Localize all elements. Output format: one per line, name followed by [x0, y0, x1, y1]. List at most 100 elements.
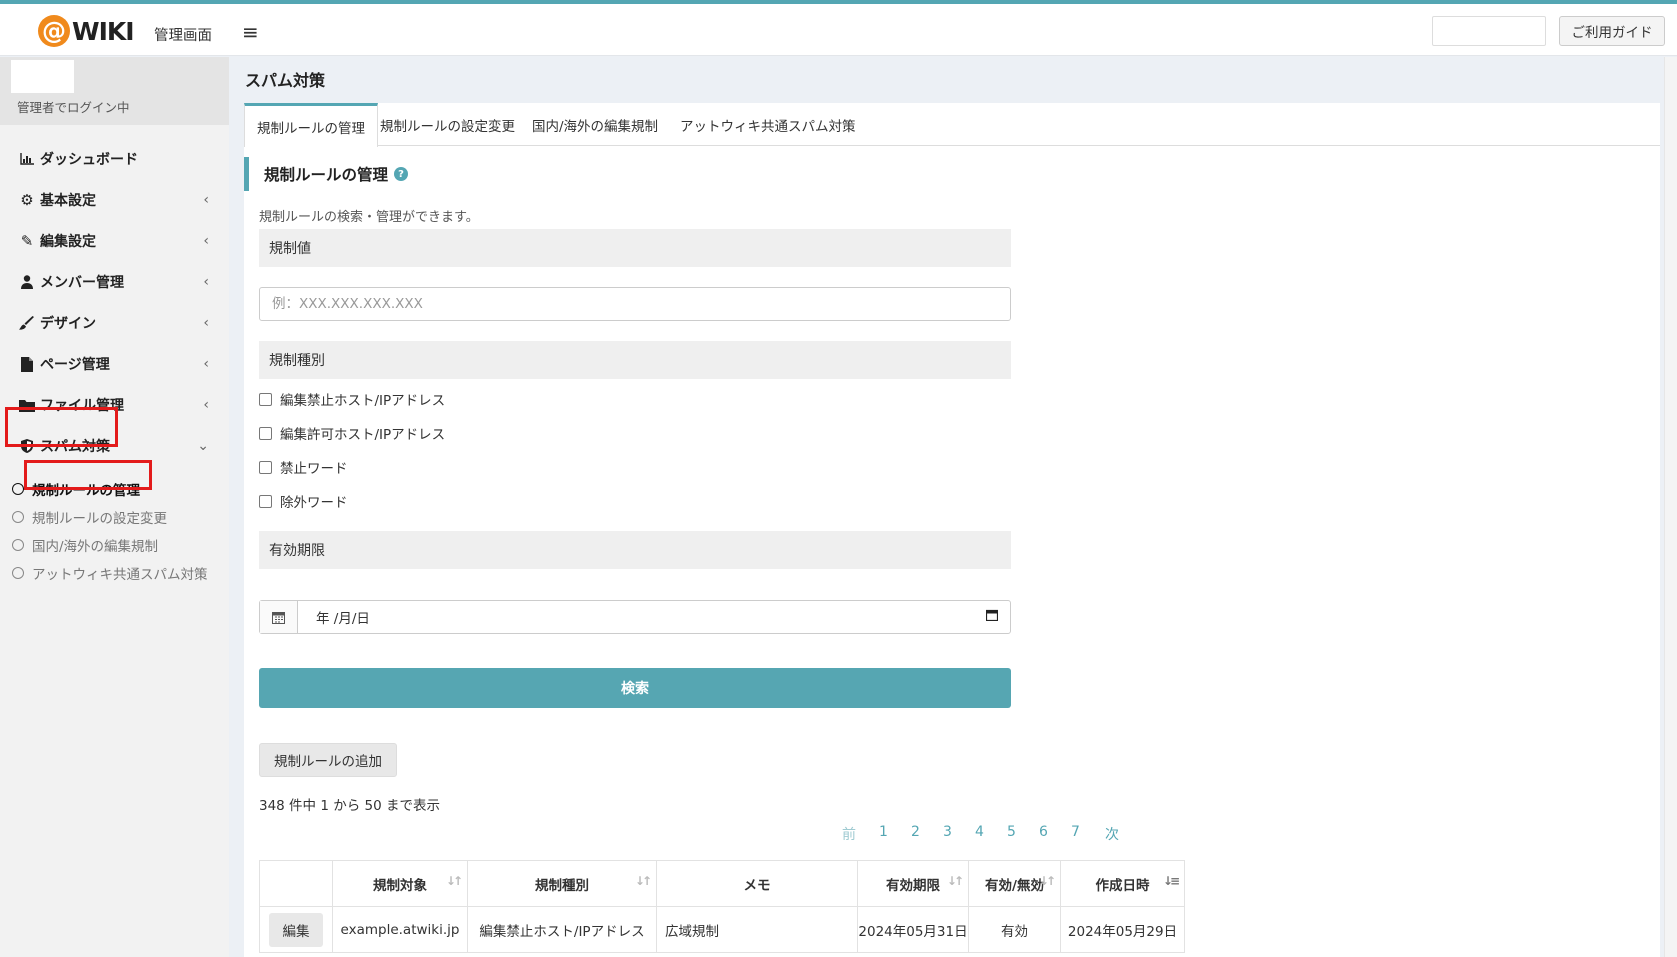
file-icon: [16, 356, 38, 372]
gear-icon: ⚙: [20, 191, 34, 209]
checkbox-label: 除外ワード: [280, 495, 348, 511]
page-scrollbar[interactable]: [1664, 57, 1677, 957]
hamburger-menu-icon[interactable]: ≡: [242, 20, 259, 44]
pagination-page[interactable]: 4: [975, 824, 984, 840]
help-icon[interactable]: ?: [394, 167, 409, 181]
sidebar-item-design[interactable]: デザイン ‹: [0, 301, 229, 345]
checkbox-label: 禁止ワード: [280, 461, 348, 477]
sort-desc-icon: ↓≡: [1162, 874, 1180, 888]
pagination-page[interactable]: 5: [1007, 824, 1016, 840]
pagination-page[interactable]: 6: [1039, 824, 1048, 840]
header-search-input[interactable]: [1432, 16, 1546, 46]
checkbox[interactable]: [259, 460, 272, 474]
sidebar-item-label: メンバー管理: [40, 275, 124, 291]
sort-icon: ↓↑: [946, 874, 964, 888]
chevron-left-icon: ‹: [203, 192, 209, 208]
header-title: 管理画面: [154, 28, 212, 44]
chevron-left-icon: ‹: [203, 397, 209, 413]
col-header-edit: [259, 860, 333, 907]
pencil-icon: ✎: [20, 232, 34, 250]
sidebar-item-page-management[interactable]: ページ管理 ‹: [0, 342, 229, 386]
tab-domestic-overseas[interactable]: 国内/海外の編集規制: [532, 103, 658, 146]
submenu-item-rule-settings[interactable]: 規制ルールの設定変更: [12, 505, 167, 529]
sidebar-item-member-management[interactable]: メンバー管理 ‹: [0, 260, 229, 304]
checkbox[interactable]: [259, 494, 272, 508]
sidebar-item-label: ページ管理: [40, 357, 110, 373]
cell-expiry: 2024年05月31日: [857, 906, 969, 953]
atwiki-logo[interactable]: @ WIKI: [38, 15, 135, 47]
calendar-icon: [260, 601, 298, 633]
submenu-item-domestic-overseas[interactable]: 国内/海外の編集規制: [12, 533, 158, 557]
restriction-value-label: 規制値: [259, 229, 1011, 267]
result-count-text: 348 件中 1 から 50 まで表示: [259, 798, 440, 814]
add-rule-button[interactable]: 規制ルールの追加: [259, 743, 397, 777]
paintbrush-icon: [16, 316, 38, 330]
col-header-label: 有効期限: [886, 877, 940, 894]
user-icon: [16, 275, 38, 289]
checkbox-blocked-host[interactable]: 編集禁止ホスト/IPアドレス: [259, 388, 445, 410]
section-header: 規制ルールの管理 ?: [244, 157, 544, 191]
circle-icon: [12, 539, 24, 551]
date-placeholder: 年 /月/日: [316, 611, 370, 627]
checkbox[interactable]: [259, 392, 272, 406]
cell-edit: 編集: [259, 906, 333, 953]
cell-target: example.atwiki.jp: [332, 906, 468, 953]
avatar: [11, 60, 74, 93]
pagination-prev[interactable]: 前: [842, 824, 856, 844]
checkbox-allowed-host[interactable]: 編集許可ホスト/IPアドレス: [259, 422, 445, 444]
col-header-expiry[interactable]: 有効期限 ↓↑: [857, 860, 969, 907]
pagination-page[interactable]: 2: [911, 824, 920, 840]
search-button[interactable]: 検索: [259, 668, 1011, 708]
expiry-date-input[interactable]: 年 /月/日: [259, 600, 1011, 634]
date-picker-icon[interactable]: [985, 609, 999, 625]
cell-status: 有効: [968, 906, 1061, 953]
checkbox-excluded-word[interactable]: 除外ワード: [259, 490, 348, 512]
bar-chart-icon: [16, 153, 38, 165]
col-header-created[interactable]: 作成日時 ↓≡: [1060, 860, 1185, 907]
col-header-target[interactable]: 規制対象 ↓↑: [332, 860, 468, 907]
user-panel: 管理者でログイン中: [0, 57, 229, 125]
main-content: 規制ルールの管理 規制ルールの設定変更 国内/海外の編集規制 アットウィキ共通ス…: [244, 103, 1660, 957]
expiry-label: 有効期限: [259, 531, 1011, 569]
chevron-left-icon: ‹: [203, 315, 209, 331]
sidebar-item-label: 編集設定: [40, 234, 96, 250]
chevron-left-icon: ‹: [203, 356, 209, 372]
pagination-page[interactable]: 3: [943, 824, 952, 840]
sidebar: 管理者でログイン中 ダッシュボード ⚙ 基本設定 ‹ ✎ 編集設定 ‹ メンバー…: [0, 57, 229, 957]
table-header-row: 規制対象 ↓↑ 規制種別 ↓↑ メモ 有効期限 ↓↑ 有効/無効 ↓↑ 作成日時 ↓≡: [259, 860, 1185, 907]
sidebar-item-edit-settings[interactable]: ✎ 編集設定 ‹: [0, 219, 229, 263]
sidebar-item-label: デザイン: [40, 316, 96, 332]
highlight-box-spam: [5, 407, 118, 447]
col-header-label: 作成日時: [1095, 877, 1150, 894]
col-header-label: 有効/無効: [985, 877, 1044, 894]
spam-submenu: 規制ルールの管理 規制ルールの設定変更 国内/海外の編集規制 アットウィキ共通ス…: [0, 480, 229, 620]
submenu-item-label: 規制ルールの設定変更: [32, 511, 167, 527]
pagination-page[interactable]: 1: [879, 824, 888, 840]
col-header-status[interactable]: 有効/無効 ↓↑: [968, 860, 1061, 907]
sidebar-item-dashboard[interactable]: ダッシュボード: [0, 137, 229, 181]
submenu-item-common-spam[interactable]: アットウィキ共通スパム対策: [12, 561, 208, 585]
user-guide-button[interactable]: ご利用ガイド: [1559, 16, 1665, 46]
pagination-next[interactable]: 次: [1105, 824, 1119, 844]
circle-icon: [12, 567, 24, 579]
rules-table: 規制対象 ↓↑ 規制種別 ↓↑ メモ 有効期限 ↓↑ 有効/無効 ↓↑ 作成日時 ↓≡ 編…: [259, 860, 1185, 953]
logo-at-mark: @: [38, 15, 70, 47]
page-title: スパム対策: [245, 71, 326, 90]
sort-icon: ↓↑: [634, 874, 652, 888]
submenu-item-label: 国内/海外の編集規制: [32, 539, 159, 555]
restriction-value-input[interactable]: [259, 287, 1011, 321]
checkbox[interactable]: [259, 426, 272, 440]
edit-button[interactable]: 編集: [269, 912, 323, 947]
sidebar-item-basic-settings[interactable]: ⚙ 基本設定 ‹: [0, 178, 229, 222]
login-status-text: 管理者でログイン中: [17, 100, 130, 115]
col-header-type[interactable]: 規制種別 ↓↑: [467, 860, 657, 907]
tab-rule-settings[interactable]: 規制ルールの設定変更: [380, 103, 515, 146]
cell-type: 編集禁止ホスト/IPアドレス: [467, 906, 657, 953]
tab-common-spam[interactable]: アットウィキ共通スパム対策: [680, 103, 856, 146]
tab-rule-management[interactable]: 規制ルールの管理: [244, 103, 378, 147]
pagination-page[interactable]: 7: [1071, 824, 1080, 840]
checkbox-banned-word[interactable]: 禁止ワード: [259, 456, 348, 478]
checkbox-label: 編集禁止ホスト/IPアドレス: [280, 393, 446, 409]
col-header-label: 規制対象: [373, 877, 427, 894]
table-row: 編集 example.atwiki.jp 編集禁止ホスト/IPアドレス 広域規制…: [259, 906, 1185, 953]
